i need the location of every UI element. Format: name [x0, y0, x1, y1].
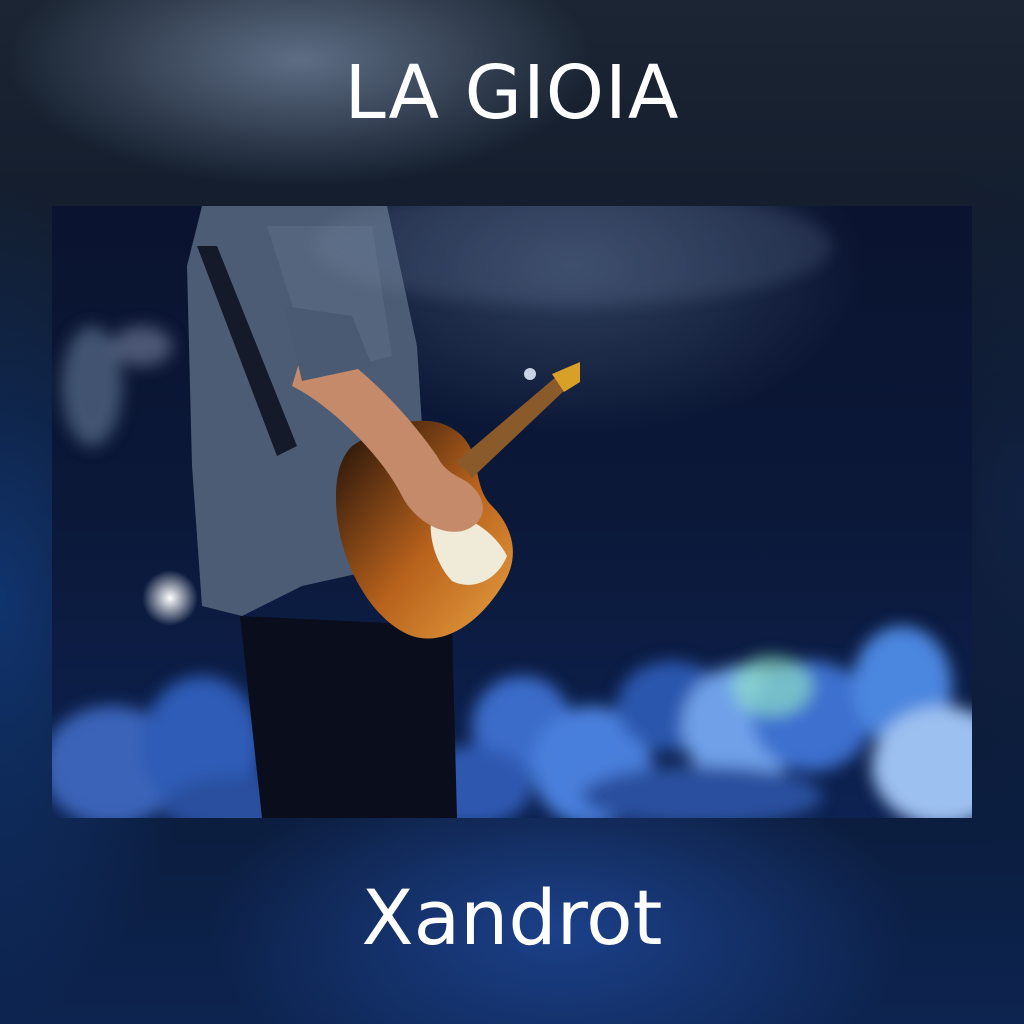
guitarist-illustration — [52, 206, 972, 818]
album-title: LA GIOIA — [344, 50, 680, 136]
pants — [240, 616, 457, 818]
concert-photo — [52, 206, 972, 818]
album-cover: LA GIOIA Xandrot — [0, 0, 1024, 1024]
artist-name: Xandrot — [361, 873, 663, 962]
crowd — [52, 326, 972, 818]
stage-light — [142, 570, 198, 626]
